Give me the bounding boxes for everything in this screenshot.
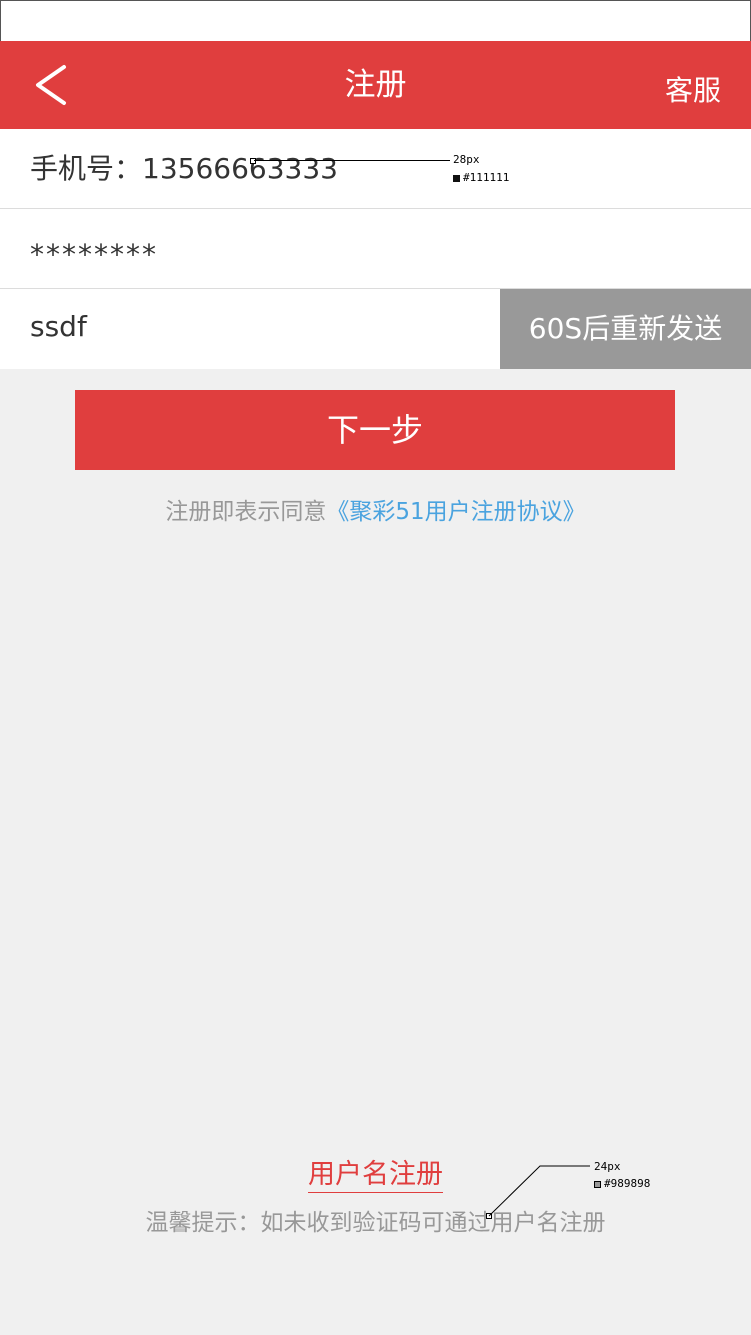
- agreement-text: 注册即表示同意《聚彩51用户注册协议》: [0, 496, 751, 528]
- annotation-color-value: #989898: [604, 1177, 651, 1190]
- next-step-button[interactable]: 下一步: [75, 390, 675, 470]
- annotation-leader-line: [254, 160, 450, 161]
- annotation-color-swatch: [453, 174, 460, 182]
- agreement-prefix: 注册即表示同意: [165, 499, 327, 525]
- username-register-link[interactable]: 用户名注册: [308, 1159, 443, 1193]
- header: 注册 客服: [0, 41, 751, 129]
- verification-code-input[interactable]: ssdf: [30, 307, 87, 347]
- annotation-color-value: #111111: [463, 171, 510, 184]
- annotation-color-label: #989898: [594, 1177, 650, 1191]
- phone-input-value[interactable]: 13566663333: [142, 152, 338, 185]
- annotation-color-label: #111111: [453, 171, 509, 185]
- annotation-color-swatch: [594, 1180, 601, 1188]
- page-title: 注册: [344, 67, 407, 103]
- annotation-size-label: 28px: [453, 153, 480, 166]
- annotation-size-label: 24px: [594, 1160, 621, 1173]
- phone-field[interactable]: 手机号：13566663333: [30, 149, 338, 189]
- phone-label: 手机号：: [30, 152, 143, 185]
- resend-code-button[interactable]: 60S后重新发送: [500, 289, 751, 369]
- annotation-marker: [250, 158, 256, 164]
- password-row[interactable]: ********: [0, 209, 751, 289]
- agreement-link[interactable]: 《聚彩51用户注册协议》: [326, 499, 585, 525]
- password-input[interactable]: ********: [30, 235, 158, 275]
- phone-row[interactable]: 手机号：13566663333: [0, 129, 751, 209]
- status-bar: [0, 0, 751, 41]
- verification-code-row[interactable]: ssdf 60S后重新发送: [0, 289, 751, 369]
- warm-tip-text: 温馨提示：如未收到验证码可通过用户名注册: [145, 1210, 606, 1236]
- customer-service-button[interactable]: 客服: [665, 71, 721, 111]
- annotation-leader-line: [488, 1165, 590, 1217]
